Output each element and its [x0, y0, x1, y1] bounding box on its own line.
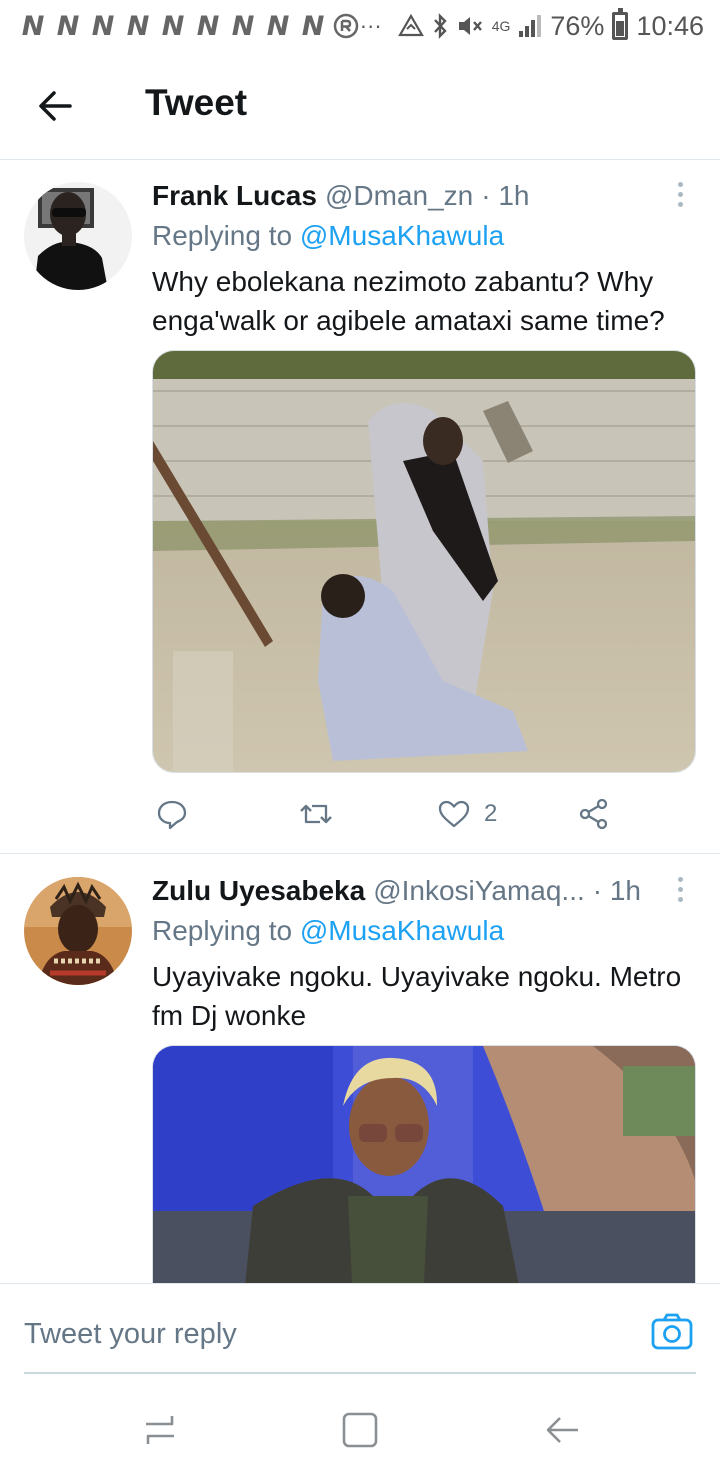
reply-composer: Tweet your reply — [0, 1283, 720, 1373]
more-notifications-icon: ··· — [359, 13, 382, 38]
notification-n-icon: N — [91, 10, 115, 42]
status-bar: N N N N N N N N N ··· 4G 76% 10:46 — [0, 0, 720, 52]
tweet-header: Zulu Uyesabeka @InkosiYamaq... · 1h — [152, 875, 662, 907]
more-options-icon[interactable] — [674, 877, 686, 903]
tweet-header: Frank Lucas @Dman_zn · 1h — [152, 180, 662, 212]
bluetooth-icon — [433, 13, 447, 39]
avatar[interactable] — [24, 877, 132, 985]
network-type-label: 4G — [491, 18, 511, 34]
avatar-image — [24, 182, 132, 290]
notification-n-icon: N — [301, 10, 325, 42]
camera-icon[interactable] — [650, 1310, 694, 1354]
tweet[interactable]: Frank Lucas @Dman_zn · 1h Replying to @M… — [0, 160, 720, 854]
reply-button[interactable] — [156, 792, 188, 836]
more-options-icon[interactable] — [674, 182, 686, 208]
app-header: Tweet — [0, 52, 720, 160]
media-image — [153, 351, 695, 772]
notification-n-icon: N — [161, 10, 185, 42]
user-handle[interactable]: @Dman_zn — [325, 180, 473, 212]
back-arrow-icon[interactable] — [36, 86, 76, 126]
like-button[interactable]: 2 — [438, 792, 497, 836]
tweet-media[interactable] — [152, 350, 696, 773]
tweet-time: · 1h — [592, 875, 641, 906]
recent-apps-icon[interactable] — [140, 1410, 180, 1450]
replying-to: Replying to @MusaKhawula — [152, 220, 504, 252]
display-name[interactable]: Zulu Uyesabeka — [152, 875, 365, 907]
tweet-text: Uyayivake ngoku. Uyayivake ngoku. Metro … — [152, 961, 682, 1031]
page-title: Tweet — [145, 82, 248, 123]
clock: 10:46 — [636, 10, 704, 41]
battery-percent: 76% — [550, 10, 605, 41]
avatar[interactable] — [24, 182, 132, 290]
system-status: ··· 4G 76% 10:46 — [359, 8, 704, 42]
notification-n-icon: N — [231, 10, 255, 42]
system-navigation-bar — [0, 1380, 720, 1480]
media-image — [153, 1046, 695, 1285]
tweet-media[interactable] — [152, 1045, 696, 1285]
replying-prefix: Replying to — [152, 220, 293, 251]
replying-to: Replying to @MusaKhawula — [152, 915, 504, 947]
nav-back-icon[interactable] — [542, 1410, 582, 1450]
reply-icon — [157, 800, 187, 830]
reply-input[interactable]: Tweet your reply — [24, 1318, 237, 1351]
registered-circle-icon — [333, 13, 359, 39]
like-count: 2 — [484, 800, 498, 827]
share-icon — [579, 798, 608, 830]
avatar-image — [24, 877, 132, 985]
user-handle[interactable]: @InkosiYamaq... — [373, 875, 585, 907]
retweet-button[interactable] — [298, 792, 334, 836]
tweet-text: Why ebolekana nezimoto zabantu? Why enga… — [152, 266, 665, 336]
share-button[interactable] — [578, 792, 610, 836]
tweet-actions: 2 — [152, 792, 672, 836]
retweet-icon — [300, 804, 332, 824]
tweet[interactable]: Zulu Uyesabeka @InkosiYamaq... · 1h Repl… — [0, 855, 720, 1285]
display-name[interactable]: Frank Lucas — [152, 180, 317, 212]
composer-divider — [24, 1372, 696, 1374]
notification-n-icon: N — [196, 10, 220, 42]
notification-n-icon: N — [266, 10, 290, 42]
sync-triangle-icon — [397, 14, 424, 37]
replying-to-link[interactable]: @MusaKhawula — [300, 220, 504, 251]
mute-icon — [458, 17, 482, 35]
notification-n-icon: N — [126, 10, 150, 42]
replying-to-link[interactable]: @MusaKhawula — [300, 915, 504, 946]
notification-icons: N N N N N N N N N — [16, 11, 359, 42]
heart-icon — [438, 800, 470, 828]
home-icon[interactable] — [340, 1410, 380, 1450]
signal-icon — [519, 15, 542, 37]
tweet-time: · 1h — [481, 180, 530, 211]
notification-n-icon: N — [21, 10, 45, 42]
battery-icon — [612, 8, 629, 40]
replying-prefix: Replying to — [152, 915, 293, 946]
notification-n-icon: N — [56, 10, 80, 42]
